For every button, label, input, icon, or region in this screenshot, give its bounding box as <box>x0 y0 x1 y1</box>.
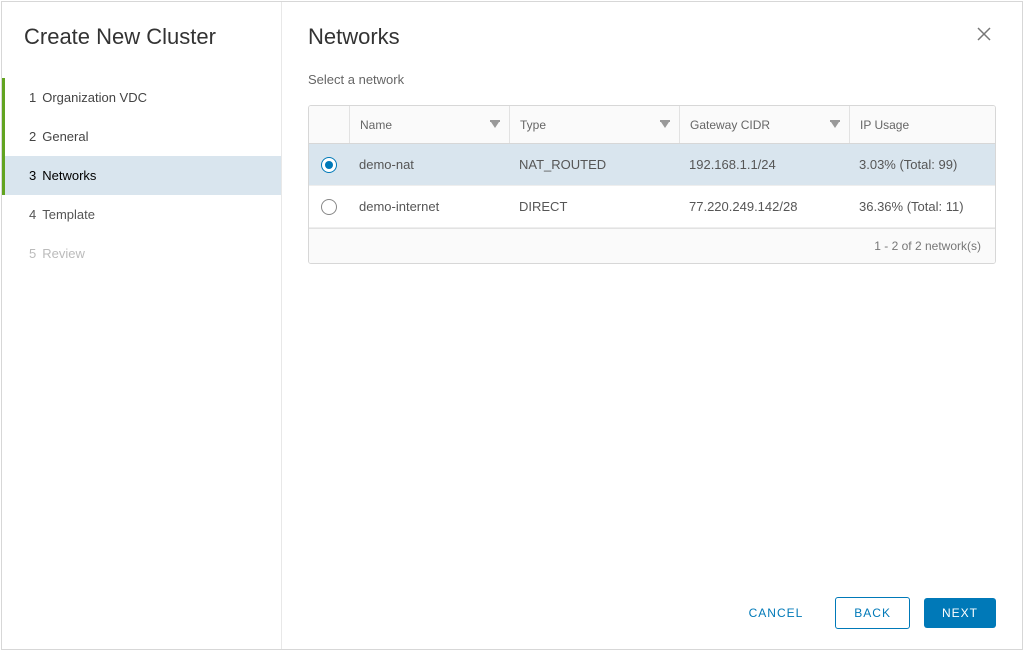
cell-type: NAT_ROUTED <box>509 157 679 172</box>
col-label: Name <box>360 118 392 132</box>
radio-unselected-icon[interactable] <box>321 199 337 215</box>
step-general[interactable]: 2 General <box>2 117 281 156</box>
step-label: General <box>42 129 88 144</box>
create-cluster-modal: Create New Cluster 1 Organization VDC 2 … <box>1 1 1023 650</box>
back-button[interactable]: BACK <box>835 597 910 629</box>
col-label: Gateway CIDR <box>690 118 770 132</box>
cell-name: demo-nat <box>349 157 509 172</box>
table-row[interactable]: demo-nat NAT_ROUTED 192.168.1.1/24 3.03%… <box>309 144 995 186</box>
cell-ip-usage: 3.03% (Total: 99) <box>849 157 995 172</box>
page-title: Networks <box>308 24 400 50</box>
wizard-sidebar: Create New Cluster 1 Organization VDC 2 … <box>2 2 282 649</box>
step-label: Organization VDC <box>42 90 147 105</box>
step-number: 4 <box>29 207 36 222</box>
step-label: Networks <box>42 168 96 183</box>
cell-gateway: 192.168.1.1/24 <box>679 157 849 172</box>
col-header-ip-usage[interactable]: IP Usage <box>849 106 995 143</box>
cancel-button[interactable]: CANCEL <box>731 598 822 628</box>
step-label: Review <box>42 246 85 261</box>
radio-selected-icon[interactable] <box>321 157 337 173</box>
row-select[interactable] <box>309 157 349 173</box>
col-header-type[interactable]: Type <box>509 106 679 143</box>
step-number: 2 <box>29 129 36 144</box>
cell-gateway: 77.220.249.142/28 <box>679 199 849 214</box>
col-label: Type <box>520 118 546 132</box>
step-networks[interactable]: 3 Networks <box>2 156 281 195</box>
close-icon[interactable] <box>972 24 996 47</box>
step-number: 5 <box>29 246 36 261</box>
filter-icon[interactable] <box>491 122 499 128</box>
step-number: 3 <box>29 168 36 183</box>
page-subtitle: Select a network <box>308 72 996 87</box>
content-header: Networks <box>308 24 996 50</box>
step-label: Template <box>42 207 95 222</box>
filter-icon[interactable] <box>831 122 839 128</box>
table-footer-count: 1 - 2 of 2 network(s) <box>309 228 995 263</box>
row-select[interactable] <box>309 199 349 215</box>
step-organization-vdc[interactable]: 1 Organization VDC <box>2 78 281 117</box>
cell-name: demo-internet <box>349 199 509 214</box>
wizard-footer: CANCEL BACK NEXT <box>308 579 996 649</box>
col-header-gateway[interactable]: Gateway CIDR <box>679 106 849 143</box>
filter-icon[interactable] <box>661 122 669 128</box>
col-label: IP Usage <box>860 118 909 132</box>
wizard-content: Networks Select a network Name Type Gate… <box>282 2 1022 649</box>
table-header: Name Type Gateway CIDR IP Usage <box>309 106 995 144</box>
table-row[interactable]: demo-internet DIRECT 77.220.249.142/28 3… <box>309 186 995 228</box>
next-button[interactable]: NEXT <box>924 598 996 628</box>
cell-ip-usage: 36.36% (Total: 11) <box>849 199 995 214</box>
col-header-name[interactable]: Name <box>349 106 509 143</box>
step-review: 5 Review <box>2 234 281 273</box>
step-template[interactable]: 4 Template <box>2 195 281 234</box>
networks-table: Name Type Gateway CIDR IP Usage <box>308 105 996 264</box>
step-number: 1 <box>29 90 36 105</box>
wizard-title: Create New Cluster <box>2 24 281 78</box>
cell-type: DIRECT <box>509 199 679 214</box>
